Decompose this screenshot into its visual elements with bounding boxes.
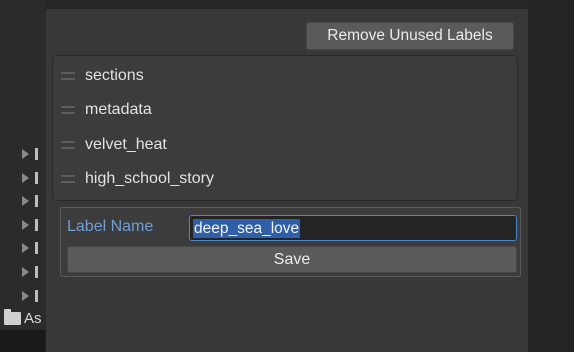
expand-arrow-icon[interactable] <box>22 220 29 230</box>
tree-row[interactable] <box>22 193 46 209</box>
list-item[interactable]: high_school_story <box>61 166 214 192</box>
panel-header-strip <box>46 0 528 9</box>
drag-handle-icon[interactable] <box>61 141 75 149</box>
tree-item-stub <box>35 148 38 160</box>
save-button[interactable]: Save <box>67 246 517 273</box>
list-item[interactable]: sections <box>61 63 144 89</box>
tree-row[interactable] <box>22 217 46 233</box>
label-name-caption: Label Name <box>67 218 154 235</box>
tree-row[interactable] <box>22 264 46 280</box>
expand-arrow-icon[interactable] <box>22 267 29 277</box>
label-name: metadata <box>85 101 152 118</box>
tree-row[interactable] <box>22 170 46 186</box>
background-right-panel <box>528 0 574 352</box>
expand-arrow-icon[interactable] <box>22 149 29 159</box>
tree-item-stub <box>35 195 38 207</box>
tree-row[interactable] <box>22 288 46 304</box>
background-footer <box>0 330 46 352</box>
folder-icon <box>4 308 21 325</box>
list-item[interactable]: velvet_heat <box>61 132 167 158</box>
list-item[interactable]: metadata <box>61 97 152 123</box>
expand-arrow-icon[interactable] <box>22 196 29 206</box>
label-list: sections metadata velvet_heat high_schoo… <box>52 55 518 201</box>
drag-handle-icon[interactable] <box>61 72 75 80</box>
background-tree-panel <box>0 0 46 352</box>
label-name-value[interactable]: deep_sea_love <box>193 219 301 238</box>
tree-item-stub <box>35 266 38 278</box>
tree-row[interactable] <box>22 146 46 162</box>
expand-arrow-icon[interactable] <box>22 173 29 183</box>
tree-row[interactable] <box>22 240 46 256</box>
label-name: high_school_story <box>85 170 214 187</box>
drag-handle-icon[interactable] <box>61 175 75 183</box>
folder-label: As <box>24 309 42 327</box>
tree-item-stub <box>35 242 38 254</box>
tree-item-stub <box>35 219 38 231</box>
tree-item-stub <box>35 290 38 302</box>
label-edit-form: Label Name deep_sea_love Save <box>60 207 521 277</box>
tree-item-stub <box>35 172 38 184</box>
label-name: velvet_heat <box>85 136 167 153</box>
assets-folder[interactable]: As <box>4 308 42 328</box>
remove-unused-labels-button[interactable]: Remove Unused Labels <box>306 22 514 50</box>
drag-handle-icon[interactable] <box>61 106 75 114</box>
expand-arrow-icon[interactable] <box>22 243 29 253</box>
expand-arrow-icon[interactable] <box>22 291 29 301</box>
label-name: sections <box>85 67 144 84</box>
